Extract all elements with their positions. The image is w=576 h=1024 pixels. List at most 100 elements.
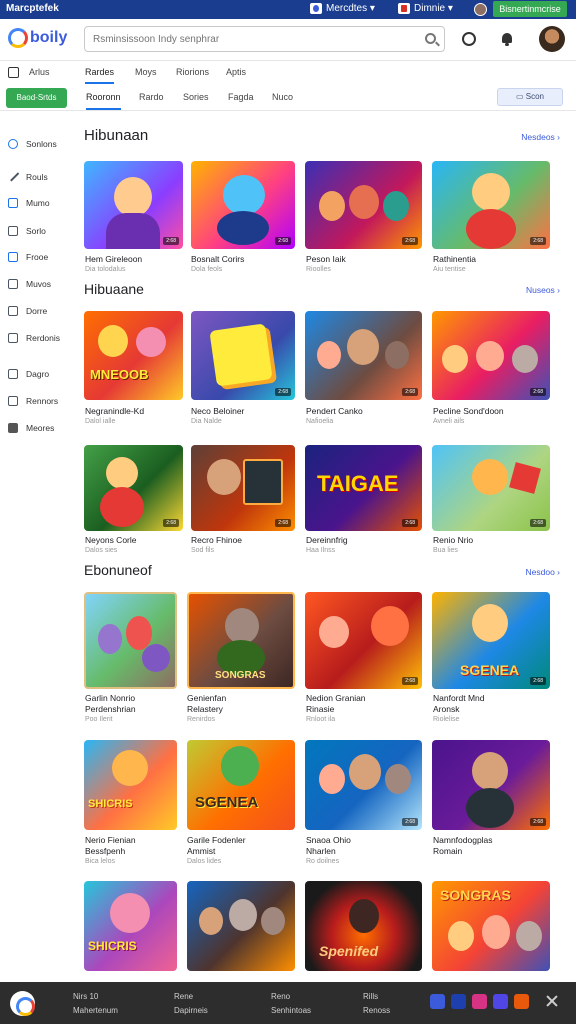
section-view-all-1[interactable]: Nesdeos › [521, 132, 560, 142]
notification-bell-icon[interactable] [500, 32, 514, 46]
card-title[interactable]: Pendert Canko [306, 406, 363, 417]
game-thumbnail[interactable]: 2:68 [432, 161, 550, 249]
game-thumbnail[interactable]: SHICRIS [84, 740, 177, 830]
game-thumbnail[interactable]: 2:68 [432, 311, 550, 400]
shortcut-blue-icon[interactable] [430, 994, 445, 1009]
game-thumbnail[interactable]: MNEOOB [84, 311, 183, 400]
game-thumbnail[interactable]: Spenifed [305, 881, 422, 971]
game-thumbnail[interactable]: SGENEA [187, 740, 295, 830]
top-action-button[interactable]: Bisnertinmcrise [493, 1, 567, 17]
tab-4[interactable]: Riorions [176, 67, 209, 77]
thumbnail-badge: 2:68 [402, 519, 418, 527]
bottom-col-2[interactable]: Rene Dapirneis [174, 990, 208, 1018]
checkbox-icon[interactable] [8, 67, 19, 78]
character-figure [472, 752, 508, 790]
tab-3[interactable]: Moys [135, 67, 157, 77]
sidebar-item-2[interactable]: Rouls [8, 170, 48, 184]
card-title[interactable]: Hem Gireleoon [85, 254, 142, 265]
tab-5[interactable]: Aptis [226, 67, 246, 77]
card-title[interactable]: Namnfodogplas Romain [433, 835, 493, 857]
shortcut-indigo-icon[interactable] [493, 994, 508, 1009]
card-title[interactable]: Genienfan Relastery [187, 693, 226, 715]
card-title[interactable]: Pecline Sond'doon [433, 406, 504, 417]
game-thumbnail[interactable]: SHICRIS [84, 881, 177, 971]
top-menu-1[interactable]: Mercdtes ▾ [310, 3, 375, 14]
card-title[interactable]: Neco Beloiner [191, 406, 244, 417]
game-thumbnail[interactable]: 2:68 [305, 161, 422, 249]
bottom-col-3[interactable]: Reno Senhintoas [271, 990, 311, 1018]
section-view-all-2[interactable]: Nuseos › [526, 285, 560, 295]
sidebar-item-11[interactable]: Meores [8, 421, 54, 435]
game-thumbnail[interactable]: 2:68 [305, 592, 422, 689]
game-thumbnail[interactable]: 2:68 [191, 161, 295, 249]
section-view-all-3[interactable]: Nesdoo › [526, 567, 561, 577]
card-title[interactable]: Snaoa Ohio Nharlen [306, 835, 351, 857]
shortcut-orange-icon[interactable] [514, 994, 529, 1009]
top-menu-2[interactable]: Dimnie ▾ [398, 3, 453, 14]
game-thumbnail[interactable]: TAIGAE 2:68 [305, 445, 422, 531]
subtab-1[interactable]: Rooronn [86, 92, 121, 110]
sidebar-item-1[interactable]: Sonlons [8, 137, 57, 151]
character-figure [106, 457, 138, 489]
card-title[interactable]: Negranindle-Kd [85, 406, 144, 417]
bottom-col-1[interactable]: Nirs 10 Mahertenum [73, 990, 118, 1018]
account-icon[interactable] [462, 32, 476, 46]
search-input[interactable] [85, 27, 405, 51]
sidebar-item-7[interactable]: Dorre [8, 304, 47, 318]
game-thumbnail[interactable]: 2:68 [305, 311, 422, 400]
sidebar-item-10[interactable]: Rennors [8, 394, 58, 408]
character-figure [319, 764, 345, 794]
card-title[interactable]: Neyons Corle [85, 535, 137, 546]
thumbnail-badge: 2:68 [530, 237, 546, 245]
subtab-2[interactable]: Rardo [139, 92, 164, 102]
sidebar-item-3[interactable]: Mumo [8, 196, 50, 210]
card-title[interactable]: Garlin Nonrio Perdenshrian [85, 693, 136, 715]
thumbnail-badge: 2:68 [530, 818, 546, 826]
shortcut-pink-icon[interactable] [472, 994, 487, 1009]
card-title[interactable]: Peson Iaik [306, 254, 346, 265]
card-title[interactable]: Nedion Granian Rinasie [306, 693, 366, 715]
game-thumbnail[interactable]: 2:68 [84, 161, 183, 249]
sidebar-item-8[interactable]: Rerdonis [8, 331, 60, 345]
card-title[interactable]: Bosnalt Corirs [191, 254, 244, 265]
app-logo-icon[interactable] [10, 991, 35, 1016]
logo[interactable]: boily [8, 28, 67, 48]
tab-1[interactable]: Arlus [29, 67, 50, 77]
card-title[interactable]: Nanfordt Mnd Aronsk [433, 693, 485, 715]
game-thumbnail[interactable]: 2:68 [191, 311, 295, 400]
sidebar-item-5[interactable]: Frooe [8, 250, 48, 264]
bottom-col-4[interactable]: Rills Renoss [363, 990, 390, 1018]
card-title[interactable]: Dereinnfrig [306, 535, 348, 546]
search-box[interactable] [84, 26, 445, 52]
sidebar-item-4[interactable]: Sorlo [8, 224, 46, 238]
top-avatar[interactable] [474, 3, 487, 16]
game-thumbnail[interactable]: 2:68 [432, 740, 550, 830]
game-thumbnail[interactable]: SGENEA 2:68 [432, 592, 550, 689]
shortcut-dark-blue-icon[interactable] [451, 994, 466, 1009]
sidebar-item-9[interactable]: Dagro [8, 367, 49, 381]
game-thumbnail[interactable]: 2:68 [432, 445, 550, 531]
filter-button[interactable]: ▭ Scon [497, 88, 563, 106]
card-title[interactable]: Recro Fhinoe [191, 535, 242, 546]
green-action-button[interactable]: Baod-Srtds [6, 88, 67, 108]
card-title[interactable]: Rathinentia [433, 254, 476, 265]
card-title[interactable]: Renio Nrio [433, 535, 473, 546]
card-title[interactable]: Nerio Fienian Bessfpenh [85, 835, 136, 857]
card-title[interactable]: Garile Fodenler Ammist [187, 835, 246, 857]
subtab-3[interactable]: Sories [183, 92, 209, 102]
subtab-5[interactable]: Nuco [272, 92, 293, 102]
close-icon[interactable] [545, 994, 559, 1008]
game-thumbnail[interactable]: 2:68 [84, 445, 183, 531]
sidebar-label: Dorre [26, 306, 48, 316]
game-thumbnail[interactable]: 2:68 [305, 740, 422, 830]
game-thumbnail[interactable]: 2:68 [191, 445, 295, 531]
subtab-4[interactable]: Fagda [228, 92, 254, 102]
game-thumbnail[interactable] [187, 881, 295, 971]
search-icon[interactable] [425, 33, 436, 44]
game-thumbnail[interactable]: SONGRAS [432, 881, 550, 971]
game-thumbnail[interactable]: SONGRAS [187, 592, 295, 689]
game-thumbnail[interactable] [84, 592, 177, 689]
user-avatar[interactable] [539, 26, 565, 52]
sidebar-item-6[interactable]: Muvos [8, 277, 51, 291]
tab-2[interactable]: Rardes [85, 67, 115, 84]
